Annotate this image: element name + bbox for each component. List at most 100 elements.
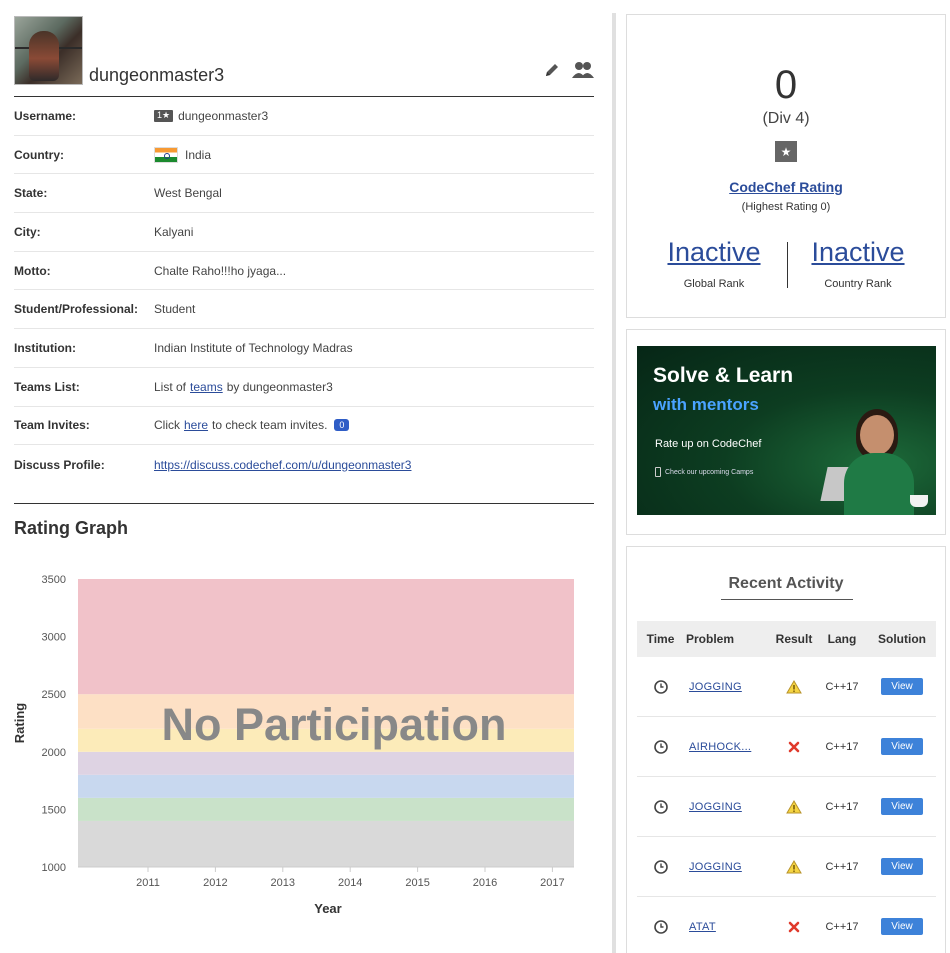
profile-actions [544,61,594,79]
problem-cell: AIRHOCK... [684,741,772,753]
india-flag-icon [154,146,178,163]
problem-link[interactable]: JOGGING [689,681,742,693]
rating-band [78,774,574,798]
language-cell: C++17 [825,860,859,873]
problem-cell: ATAT [684,921,772,933]
occupation-value: Student [154,302,196,317]
country-rank-link[interactable]: Inactive [793,237,923,268]
clock-icon [637,679,684,694]
x-tick-label: 2014 [338,877,362,889]
invites-link[interactable]: here [184,418,208,432]
discuss-row: Discuss Profile: https://discuss.codeche… [14,445,594,484]
global-rank: Inactive Global Rank [649,237,779,290]
country-value: India [185,147,212,162]
rating-band [78,751,574,775]
occupation-row: Student/Professional: Student [14,290,594,330]
problem-link[interactable]: JOGGING [689,861,742,873]
city-row: City: Kalyani [14,213,594,252]
phone-icon [655,467,661,477]
x-tick-label: 2013 [271,877,295,889]
teams-suffix: by dungeonmaster3 [226,379,333,394]
teams-link[interactable]: teams [190,380,223,394]
problem-cell: JOGGING [684,861,772,873]
table-row: JOGGING C++17 View [637,837,936,897]
codechef-rating-link[interactable]: CodeChef Rating [729,179,843,195]
activity-table: Time Problem Result Lang Solution JOGGIN… [637,621,936,953]
row-label: State: [14,186,48,201]
language-cell: C++17 [825,800,859,813]
recent-activity-card: Recent Activity Time Problem Result Lang… [626,546,946,953]
row-value: 1★ dungeonmaster3 [154,109,268,123]
rating-band [78,579,574,695]
profile-display-name: dungeonmaster3 [89,65,225,85]
rating-band [78,820,574,867]
rating-band [78,797,574,821]
view-solution-button[interactable]: View [881,798,923,815]
view-solution-button[interactable]: View [881,678,923,695]
y-tick-label: 2000 [42,747,66,759]
banner-tagline: Rate up on CodeChef [655,438,762,450]
star-rating-badge: 1★ [154,109,174,122]
profile-header: dungeonmaster3 [14,16,594,97]
discuss-profile-link[interactable]: https://discuss.codechef.com/u/dungeonma… [154,458,411,472]
view-solution-button[interactable]: View [881,918,923,935]
division-label: (Div 4) [762,110,810,127]
row-label: Country: [14,147,64,162]
username-row: Username: 1★ dungeonmaster3 [14,97,594,136]
banner-subheadline: with mentors [653,395,759,414]
table-row: AIRHOCK... C++17 View [637,717,936,777]
state-row: State: West Bengal [14,174,594,214]
problem-link[interactable]: JOGGING [689,801,742,813]
banner-card: Solve & Learn with mentors Rate up on Co… [626,329,946,535]
friends-icon[interactable] [572,61,594,79]
view-solution-button[interactable]: View [881,738,923,755]
problem-link[interactable]: ATAT [689,921,716,933]
table-row: ATAT C++17 View [637,897,936,953]
no-participation-text: No Participation [161,699,506,750]
clock-icon [637,859,684,874]
banner-note: Check our upcoming Camps [655,467,753,477]
banner-headline: Solve & Learn [653,364,794,387]
row-label: Motto: [14,263,51,278]
y-axis-label: Rating [12,703,27,744]
view-solution-button[interactable]: View [881,858,923,875]
invites-row: Team Invites: Click here to check team i… [14,407,594,446]
avatar[interactable] [14,16,83,85]
language-cell: C++17 [825,920,859,933]
x-tick-label: 2011 [136,877,160,889]
rating-graph-title: Rating Graph [14,518,129,538]
invites-prefix: Click [154,418,180,433]
teams-prefix: List of [154,379,187,394]
mentor-head [860,415,894,455]
cup-illustration [910,495,928,507]
highest-rating: (Highest Rating 0) [741,201,831,213]
row-label: City: [14,224,41,239]
banner-note-text: Check our upcoming Camps [665,468,754,476]
rating-link-wrap: CodeChef Rating [627,179,945,195]
star-icon: ★ [775,141,797,162]
mentor-illustration [838,405,918,515]
solution-cell: View [868,858,936,875]
x-tick-label: 2017 [540,877,564,889]
global-rank-label: Global Rank [683,278,745,290]
warning-icon [772,799,816,814]
username-value: dungeonmaster3 [178,108,269,123]
motto-value: Chalte Raho!!!ho jyaga... [154,263,287,278]
mentors-banner[interactable]: Solve & Learn with mentors Rate up on Co… [637,346,936,515]
y-axis-ticks: 1000 1500 2000 2500 3000 3500 [42,574,66,874]
country-rank: Inactive Country Rank [793,237,923,290]
invite-count-badge: 0 [334,419,350,432]
teams-row: Teams List: List of teams by dungeonmast… [14,368,594,407]
problem-cell: JOGGING [684,681,772,693]
y-tick-label: 1500 [42,804,66,816]
profile-panel: dungeonmaster3 Username: 1★ dungeonmaste… [14,16,594,484]
edit-icon[interactable] [544,62,560,78]
x-tick-label: 2016 [473,877,497,889]
row-label: Username: [14,108,77,123]
institution-value: Indian Institute of Technology Madras [154,340,353,355]
mentor-body [844,453,914,515]
row-label: Student/Professional: [14,302,139,317]
row-label: Discuss Profile: [14,457,105,472]
global-rank-link[interactable]: Inactive [649,237,779,268]
problem-link[interactable]: AIRHOCK... [689,741,751,753]
